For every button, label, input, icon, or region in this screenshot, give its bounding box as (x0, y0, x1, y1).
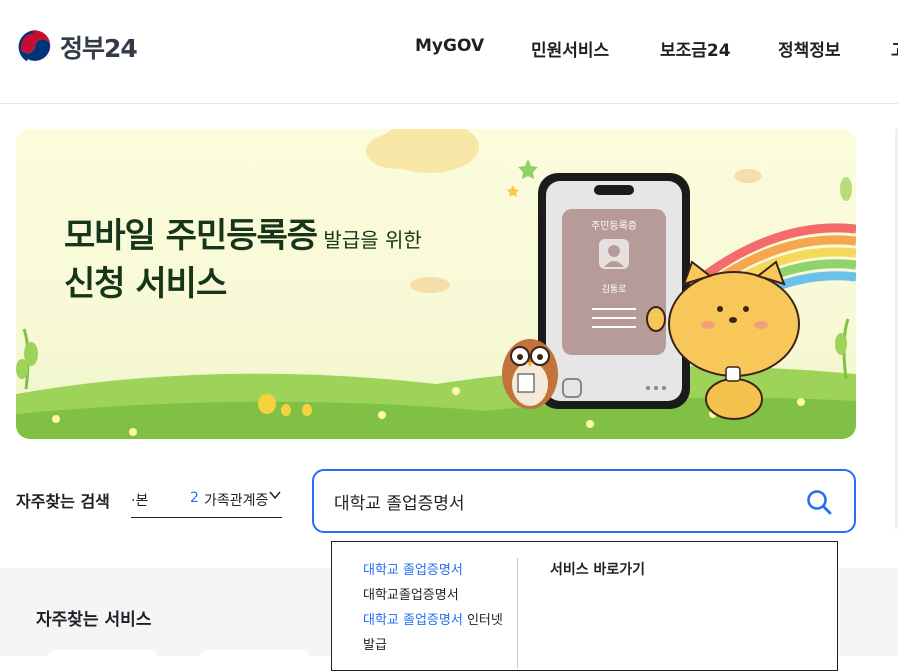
nav-item-subsidy[interactable]: 보조금24 (660, 36, 731, 61)
autocomplete-dropdown: 대학교 졸업증명서 대학교졸업증명서 대학교 졸업증명서 인터넷 발급 서비스 … (331, 541, 838, 671)
nav-item-policy-info[interactable]: 정책정보 (778, 36, 841, 61)
banner-title-suffix: 발급을 위한 (317, 228, 422, 252)
main-search-box (312, 469, 856, 533)
suggestion-list: 대학교 졸업증명서 대학교졸업증명서 대학교 졸업증명서 인터넷 발급 (363, 558, 513, 658)
chevron-down-icon[interactable] (268, 488, 282, 506)
global-nav: MyGOV 민원서비스 보조금24 정책정보 고 (0, 36, 898, 61)
banner-title-main: 모바일 주민등록증 (64, 216, 318, 256)
keyword-current[interactable]: 가족관계증명서 (204, 490, 268, 510)
suggestion-item[interactable]: 대학교 졸업증명서 인터넷 발급 (363, 608, 513, 658)
svg-text:김통로: 김통로 (602, 283, 627, 295)
nav-item-mygov[interactable]: MyGOV (415, 36, 484, 56)
dropdown-divider (517, 558, 518, 668)
banner-title: 모바일 주민등록증 발급을 위한 (64, 213, 422, 263)
frequent-services-title: 자주찾는 서비스 (36, 610, 152, 630)
promo-banner[interactable]: 주민등록증 김통로 모바일 주민등록증 발급을 위한 신청 서비스 (16, 129, 856, 439)
header: 정부24 MyGOV 민원서비스 보조금24 정책정보 고 (0, 0, 898, 104)
search-row: 자주찾는 검색 ·본 2 가족관계증명서 (0, 468, 898, 534)
search-icon (807, 490, 832, 515)
keyword-rank: 2 (190, 490, 199, 506)
nav-item-civil-service[interactable]: 민원서비스 (531, 36, 609, 61)
suggestion-item[interactable]: 대학교 졸업증명서 (363, 558, 513, 583)
service-shortcut-title: 서비스 바로가기 (550, 562, 646, 578)
frequent-search-label: 자주찾는 검색 (16, 492, 110, 511)
search-input[interactable] (334, 487, 774, 515)
suggestion-item[interactable]: 대학교졸업증명서 (363, 583, 513, 608)
keyword-prev: ·본 (131, 493, 149, 509)
service-card[interactable] (48, 650, 158, 660)
svg-text:주민등록증: 주민등록증 (591, 220, 637, 232)
service-card[interactable] (200, 650, 310, 660)
frequent-keyword-roller[interactable]: ·본 2 가족관계증명서 (131, 484, 282, 518)
nav-item-truncated[interactable]: 고 (891, 36, 898, 61)
banner-title-line2: 신청 서비스 (64, 264, 227, 304)
search-button[interactable] (804, 487, 834, 517)
